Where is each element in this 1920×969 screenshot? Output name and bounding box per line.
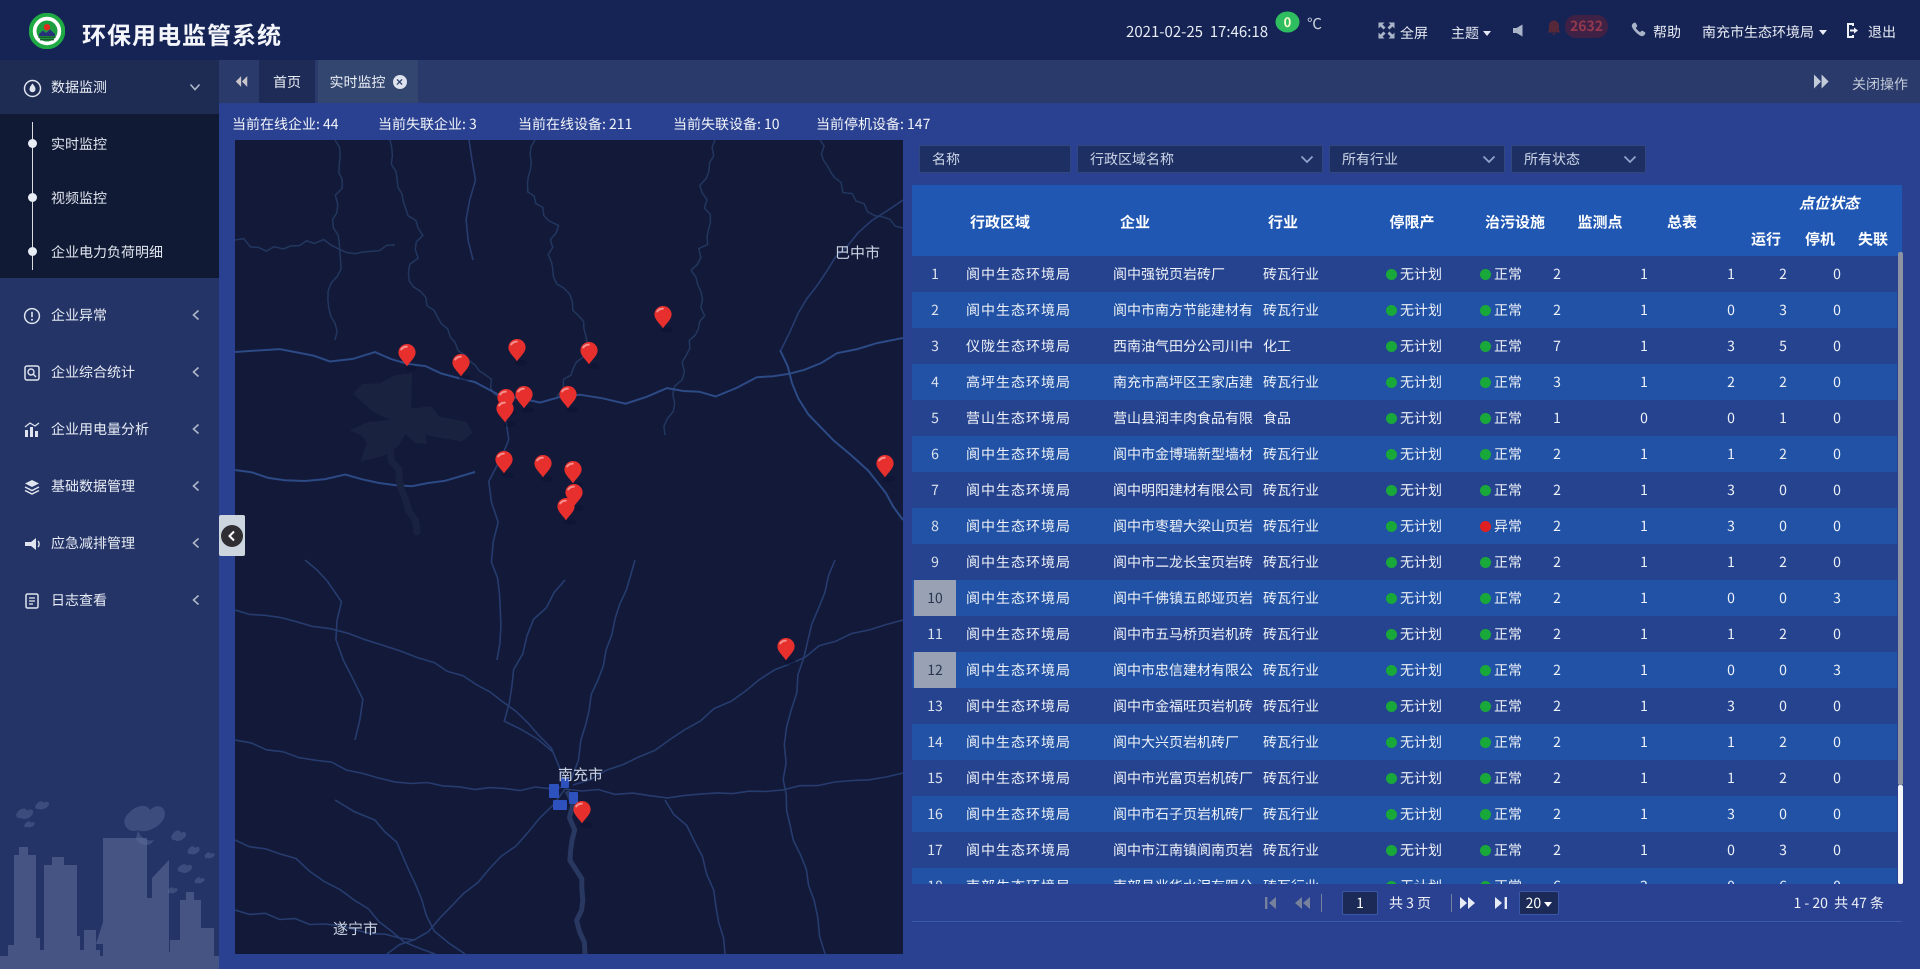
svg-text:遂宁市: 遂宁市 — [333, 918, 378, 939]
svg-text:0: 0 — [1284, 12, 1292, 31]
